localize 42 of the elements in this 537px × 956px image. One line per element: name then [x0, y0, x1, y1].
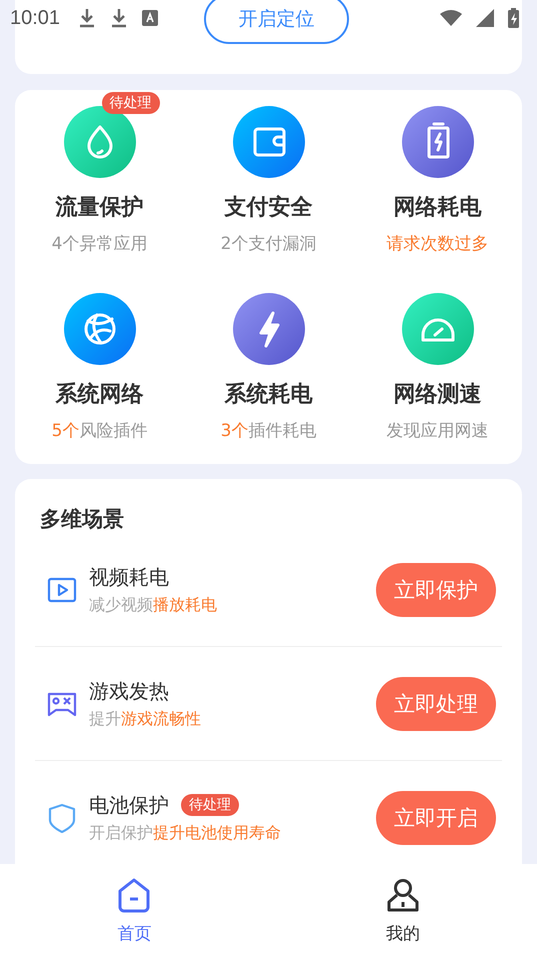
tile-subtitle: 请求次数过多	[386, 233, 488, 255]
download-icon	[110, 8, 128, 28]
tile-title: 系统网络	[56, 381, 144, 409]
nav-tab[interactable]: 首页	[0, 864, 268, 956]
gauge-icon[interactable]	[402, 293, 474, 365]
tile-subtitle: 4个异常应用	[52, 233, 148, 255]
home-icon	[117, 878, 152, 914]
scene-title: 游戏发热	[89, 678, 169, 704]
tile-title: 网络耗电	[394, 194, 482, 222]
tile-subtitle: 5个风险插件	[52, 420, 148, 442]
scene-subtitle: 提升游戏流畅性	[89, 708, 202, 730]
battery-icon	[508, 8, 519, 28]
download-icon	[78, 8, 96, 28]
scene-title: 视频耗电	[89, 564, 169, 590]
shield-icon	[47, 802, 77, 832]
bolt-icon[interactable]	[232, 293, 304, 365]
scene-subtitle: 开启保护提升电池使用寿命	[89, 822, 282, 844]
person-icon	[386, 878, 420, 914]
section-title: 多维场景	[40, 506, 125, 533]
enable-location-button[interactable]: 开启定位	[204, 0, 349, 44]
status-time: 10:01	[10, 6, 60, 30]
action-button[interactable]: 立即保护	[376, 562, 496, 616]
tile-title: 网络测速	[394, 381, 482, 409]
tile-title: 系统耗电	[224, 381, 312, 409]
scene-subtitle: 减少视频播放耗电	[89, 594, 218, 616]
pending-badge: 待处理	[102, 92, 160, 114]
wallet-icon[interactable]	[232, 106, 304, 178]
nav-tab[interactable]: 我的	[268, 864, 537, 956]
tile-subtitle: 发现应用网速	[386, 420, 488, 442]
tile-title: 流量保护	[56, 194, 144, 222]
tile-title: 支付安全	[224, 194, 312, 222]
wifi-icon	[440, 10, 462, 26]
tile-subtitle: 2个支付漏洞	[220, 233, 316, 255]
action-button[interactable]: 立即开启	[376, 790, 496, 844]
signal-icon	[476, 9, 494, 27]
action-button[interactable]: 立即处理	[376, 676, 496, 730]
tile-subtitle: 3个插件耗电	[220, 420, 316, 442]
keyboard-icon	[142, 10, 158, 26]
globe-icon[interactable]	[64, 293, 136, 365]
scene-title: 电池保护	[89, 792, 169, 818]
pending-badge: 待处理	[181, 794, 239, 816]
battery-icon[interactable]	[402, 106, 474, 178]
